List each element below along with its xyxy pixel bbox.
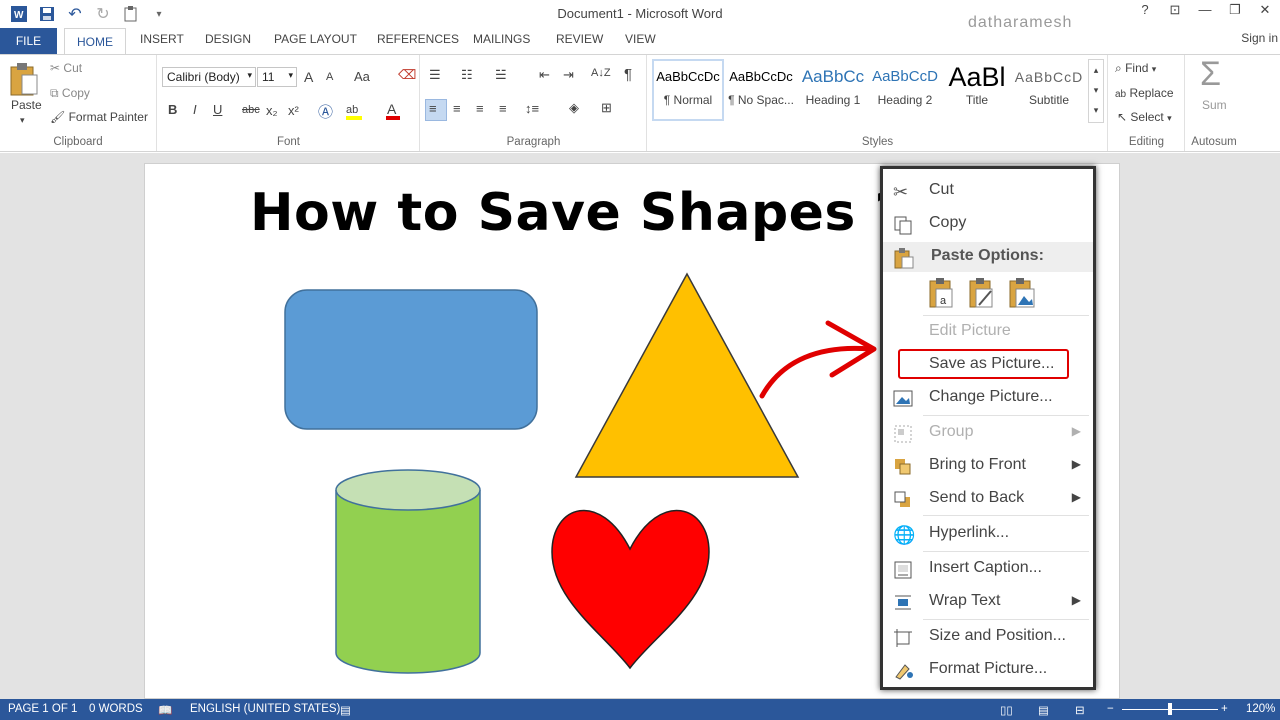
menu-item-send-to-back[interactable]: Send to Back ▶ [883,484,1093,514]
send-to-back-icon [893,490,915,510]
menu-separator [923,415,1089,416]
bring-to-front-icon [893,457,915,477]
menu-item-size-and-position[interactable]: Size and Position... [883,622,1093,652]
word-count[interactable]: 0 WORDS [89,703,143,715]
web-layout-icon[interactable]: ⊟ [1075,703,1085,717]
page-count[interactable]: PAGE 1 OF 1 [8,703,77,715]
submenu-arrow-icon: ▶ [1071,490,1081,504]
paste-picture-icon[interactable] [1007,277,1037,311]
clipboard-icon [893,247,915,272]
menu-item-insert-caption[interactable]: Insert Caption... [883,554,1093,584]
size-position-icon [893,628,915,648]
copy-icon [893,215,915,235]
menu-item-bring-to-front[interactable]: Bring to Front ▶ [883,451,1093,481]
heart-shape[interactable] [551,509,710,670]
menu-item-copy[interactable]: Copy [883,209,1093,239]
menu-item-group: Group ▶ [883,418,1093,448]
macro-icon[interactable]: ▤ [340,703,351,717]
menu-separator [923,619,1089,620]
rounded-rectangle-shape[interactable] [284,289,538,430]
status-bar: PAGE 1 OF 1 0 WORDS 📖 ENGLISH (UNITED ST… [0,699,1280,720]
menu-separator [923,551,1089,552]
paste-keep-text-icon[interactable]: a [927,277,957,311]
wrap-text-icon [893,593,915,613]
scissors-icon: ✂ [893,182,909,202]
paste-merge-format-icon[interactable] [967,277,997,311]
menu-item-format-picture[interactable]: Format Picture... [883,655,1093,685]
menu-separator [923,515,1089,516]
menu-item-change-picture[interactable]: Change Picture... [883,383,1093,413]
hyperlink-icon: 🌐 [893,525,916,545]
menu-item-cut[interactable]: ✂ Cut [883,176,1093,206]
zoom-level[interactable]: 120% [1246,703,1275,715]
print-layout-icon[interactable]: ▤ [1038,703,1049,717]
submenu-arrow-icon: ▶ [1071,593,1081,607]
menu-item-hyperlink[interactable]: 🌐 Hyperlink... [883,519,1093,549]
zoom-slider-thumb[interactable] [1168,703,1172,715]
submenu-arrow-icon: ▶ [1071,457,1081,471]
caption-icon [893,560,915,580]
paste-options-header: Paste Options: [883,242,1093,272]
menu-separator [923,315,1089,316]
cylinder-shape[interactable] [335,469,481,674]
red-arrow-icon [759,320,877,399]
proofing-icon[interactable]: 📖 [158,703,172,717]
group-icon [893,424,915,444]
context-menu: ✂ Cut Copy Paste Options: a Edit Picture… [880,166,1096,690]
change-picture-icon [893,389,915,409]
read-mode-icon[interactable]: ▯▯ [1000,703,1013,717]
menu-item-wrap-text[interactable]: Wrap Text ▶ [883,587,1093,617]
triangle-shape[interactable] [574,272,800,478]
zoom-out-button[interactable]: − [1107,703,1114,715]
menu-item-edit-picture: Edit Picture [929,322,1011,339]
submenu-arrow-icon: ▶ [1071,424,1081,438]
language-indicator[interactable]: ENGLISH (UNITED STATES) [190,703,340,715]
svg-text:a: a [940,295,947,307]
format-picture-icon [893,661,915,681]
zoom-in-button[interactable]: + [1221,703,1228,715]
save-as-picture-highlight [898,349,1069,379]
